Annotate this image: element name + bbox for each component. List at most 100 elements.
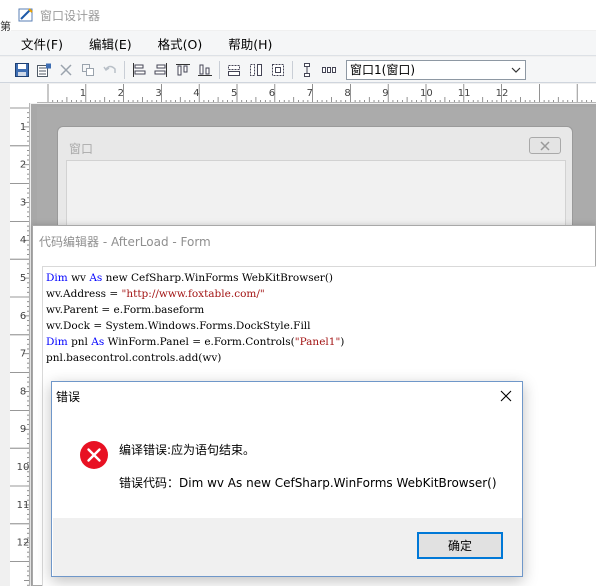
ruler-label: 8 <box>20 386 26 397</box>
code-line: Dim pnl As WinForm.Panel = e.Form.Contro… <box>46 334 344 350</box>
code-text: WinForm.Panel = e.Form.Controls( <box>104 336 295 348</box>
ruler-label: 10 <box>17 462 30 473</box>
code-string: "Panel1" <box>294 336 341 348</box>
align-top-button[interactable] <box>172 59 194 81</box>
delete-icon <box>60 63 72 76</box>
same-width-button[interactable] <box>223 59 245 81</box>
ruler-label: 5 <box>20 273 26 284</box>
vertical-space-icon <box>304 62 310 77</box>
error-dialog-content: 编译错误:应为语句结束。 错误代码：Dim wv As new CefSharp… <box>53 410 522 518</box>
save-button[interactable] <box>11 59 33 81</box>
same-size-button[interactable] <box>267 59 289 81</box>
ruler-left: 123456789101112 <box>10 103 30 586</box>
ruler-corner <box>10 84 37 103</box>
same-size-icon <box>272 63 284 76</box>
code-line: wv.Dock = System.Windows.Forms.DockStyle… <box>46 318 311 334</box>
code-keyword: Dim <box>46 272 68 284</box>
menu-file[interactable]: 文件(F) <box>21 34 63 53</box>
ruler-label: 6 <box>20 311 26 322</box>
chevron-down-icon <box>511 67 521 73</box>
code-line: wv.Parent = e.Form.baseform <box>46 302 204 318</box>
code-text: wv.Address = <box>46 288 122 300</box>
code-text: pnl.basecontrol.controls.add(wv) <box>46 352 222 364</box>
close-icon <box>540 140 550 151</box>
form-close-button[interactable] <box>529 137 561 154</box>
error-x-icon <box>80 441 108 469</box>
align-right-button[interactable] <box>150 59 172 81</box>
copy-button[interactable] <box>77 59 99 81</box>
toolbar-separator <box>219 60 220 79</box>
error-dialog-close-button[interactable] <box>495 385 517 407</box>
code-text: ) <box>340 336 345 348</box>
save-all-button[interactable] <box>33 59 55 81</box>
code-text: wv.Dock = System.Windows.Forms.DockStyle… <box>46 320 311 332</box>
toolbar-separator <box>124 60 125 79</box>
ruler-label: 11 <box>17 500 30 511</box>
code-line: Dim wv As new CefSharp.WinForms WebKitBr… <box>46 270 333 286</box>
code-keyword: Dim <box>46 336 68 348</box>
menu-help[interactable]: 帮助(H) <box>228 34 272 53</box>
code-keyword: As <box>91 336 105 348</box>
ok-button[interactable]: 确定 <box>417 532 503 559</box>
window-select-value: 窗口1(窗口) <box>350 63 415 77</box>
ruler-label: 4 <box>20 235 26 246</box>
undo-icon <box>103 65 116 73</box>
error-dialog-footer: 确定 <box>53 518 522 576</box>
save-all-icon <box>37 63 51 77</box>
code-text: wv <box>67 272 90 284</box>
designer-titlebar: 窗口设计器 <box>0 0 596 30</box>
same-height-icon <box>250 63 262 76</box>
error-code-line: 错误代码：Dim wv As new CefSharp.WinForms Web… <box>119 476 497 490</box>
ruler-label: 9 <box>382 88 388 99</box>
delete-button[interactable] <box>55 59 77 81</box>
designer-app-icon <box>18 8 33 22</box>
ruler-label: 12 <box>17 538 30 549</box>
align-right-icon <box>154 62 167 77</box>
toolbar: 窗口1(窗口) <box>0 57 596 83</box>
code-text: wv.Parent = e.Form.baseform <box>46 304 205 316</box>
ruler-top: 1 2 3 4 5 6 7 8 9 10 11 12 <box>37 84 596 103</box>
ruler-label: 12 <box>496 88 509 99</box>
save-icon <box>15 62 29 77</box>
ruler-label: 5 <box>231 88 237 99</box>
horizontal-space-button[interactable] <box>318 59 340 81</box>
ruler-label: 7 <box>307 88 313 99</box>
vertical-space-button[interactable] <box>296 59 318 81</box>
same-width-icon <box>228 64 240 76</box>
designer-title: 窗口设计器 <box>40 8 101 23</box>
ruler-label: 8 <box>344 88 350 99</box>
close-icon <box>500 390 512 402</box>
ruler-label: 1 <box>20 122 26 133</box>
ruler-label: 1 <box>80 88 86 99</box>
error-dialog-title: 错误 <box>56 390 81 404</box>
copy-icon <box>82 63 94 76</box>
error-dialog: 错误 编译错误:应为语句结束。 错误代码：Dim wv As new CefSh… <box>51 381 523 577</box>
same-height-button[interactable] <box>245 59 267 81</box>
align-left-button[interactable] <box>128 59 150 81</box>
code-line: pnl.basecontrol.controls.add(wv) <box>46 350 221 366</box>
code-text: new CefSharp.WinForms WebKitBrowser() <box>102 272 334 284</box>
error-message: 编译错误:应为语句结束。 <box>119 443 256 457</box>
align-bottom-button[interactable] <box>194 59 216 81</box>
code-string: "http://www.foxtable.com/" <box>121 288 265 300</box>
ruler-label: 3 <box>155 88 161 99</box>
ruler-label: 11 <box>458 88 471 99</box>
align-left-icon <box>133 62 146 77</box>
undo-button[interactable] <box>99 59 121 81</box>
ruler-label: 6 <box>269 88 275 99</box>
align-top-icon <box>176 63 190 75</box>
menu-format[interactable]: 格式(O) <box>158 34 203 53</box>
code-editor-title: 代码编辑器 - AfterLoad - Form <box>39 235 211 249</box>
code-line: wv.Address = "http://www.foxtable.com/" <box>46 286 265 302</box>
ruler-label: 7 <box>20 349 26 360</box>
horizontal-space-icon <box>322 66 336 73</box>
ruler-label: 10 <box>420 88 433 99</box>
window-select[interactable]: 窗口1(窗口) <box>346 59 526 80</box>
ruler-label: 9 <box>20 424 26 435</box>
ruler-label: 2 <box>118 88 124 99</box>
code-text: pnl <box>67 336 92 348</box>
menu-edit[interactable]: 编辑(E) <box>89 34 132 53</box>
form-title: 窗口 <box>69 142 94 156</box>
toolbar-separator <box>292 60 293 79</box>
code-keyword: As <box>89 272 103 284</box>
